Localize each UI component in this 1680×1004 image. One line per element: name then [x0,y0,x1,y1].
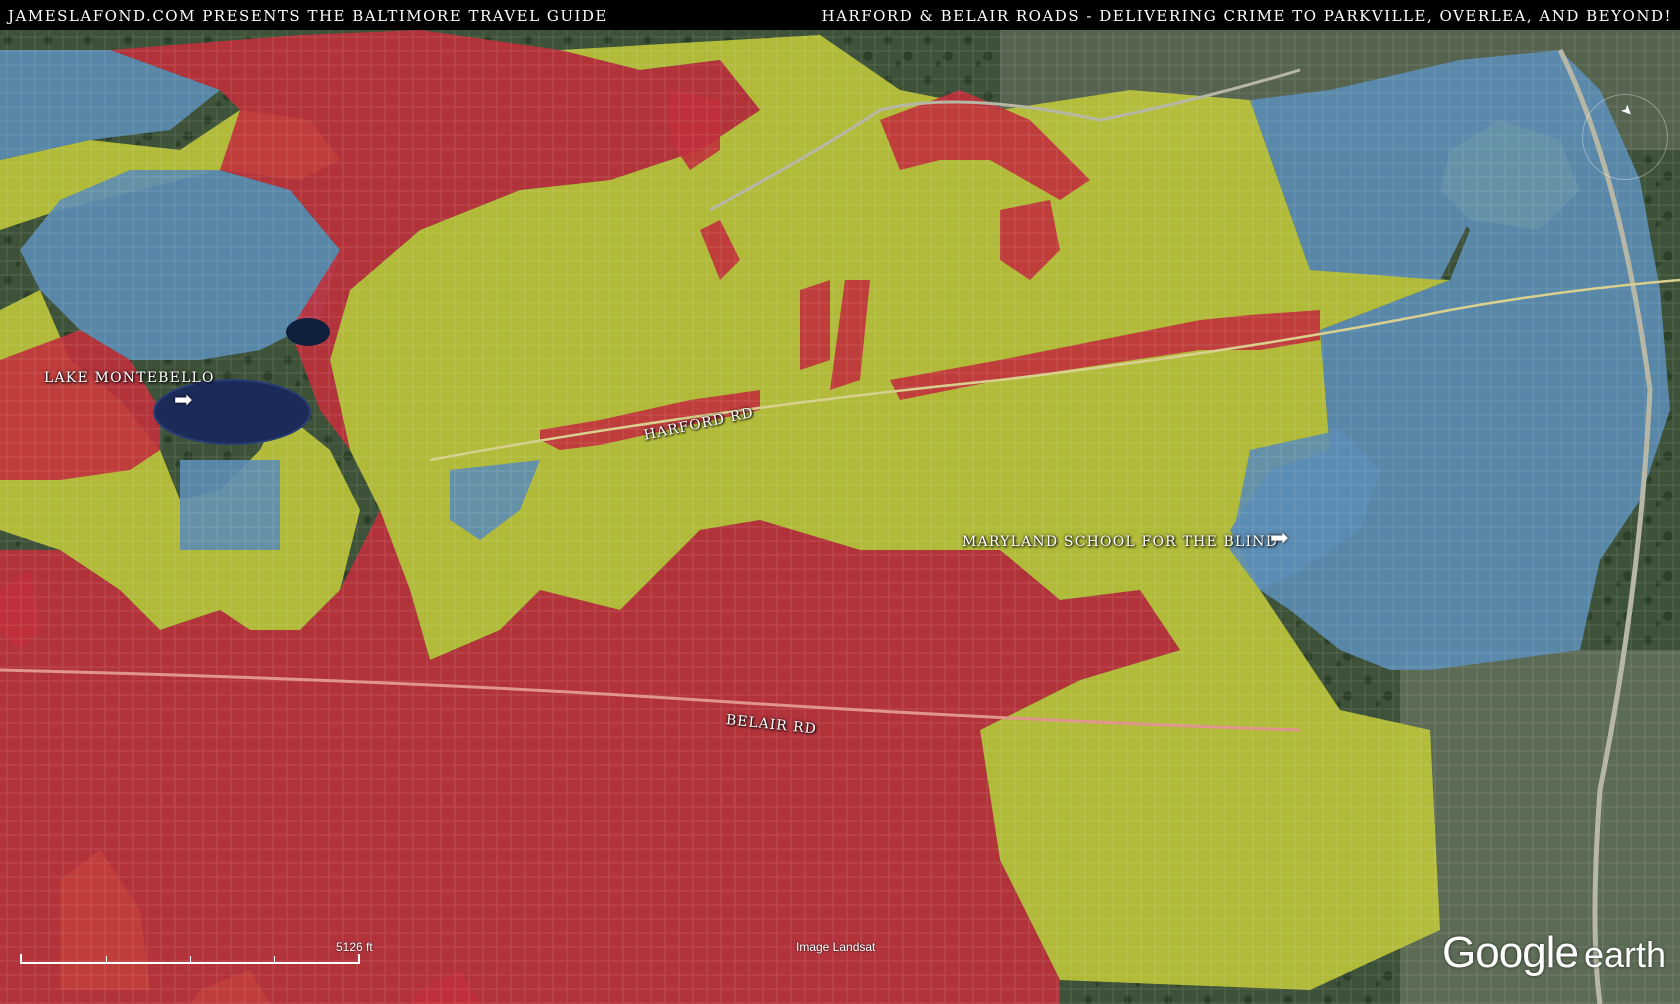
scale-tick [190,956,191,962]
satellite-map[interactable]: LAKE MONTEBELLO ➡ HARFORD RD BELAIR RD M… [0,30,1680,1004]
header-right-title: HARFORD & BELAIR ROADS - DELIVERING CRIM… [821,7,1672,25]
header-bar: JAMESLAFOND.COM PRESENTS THE BALTIMORE T… [0,0,1680,30]
lake-montebello-label: LAKE MONTEBELLO [44,370,215,386]
reservoir-basin [286,318,330,346]
compass-icon[interactable]: ➤ [1582,94,1668,180]
map-canvas [0,30,1680,1004]
logo-google-text: Google [1442,928,1579,977]
scale-label: 5126 ft [336,940,373,954]
logo-earth-text: earth [1583,934,1666,975]
scale-bar [20,954,360,964]
arrow-right-icon: ➡ [1270,526,1289,551]
header-left-title: JAMESLAFOND.COM PRESENTS THE BALTIMORE T… [8,7,608,25]
arrow-right-icon: ➡ [174,388,193,413]
google-earth-logo: Google earth [1442,928,1666,978]
compass-needle-icon: ➤ [1617,101,1637,121]
street-grid [0,30,1680,1004]
maryland-school-for-the-blind-label: MARYLAND SCHOOL FOR THE BLIND [962,534,1279,550]
image-credit: Image Landsat [796,940,876,954]
scale-tick [274,956,275,962]
scale-tick [106,956,107,962]
